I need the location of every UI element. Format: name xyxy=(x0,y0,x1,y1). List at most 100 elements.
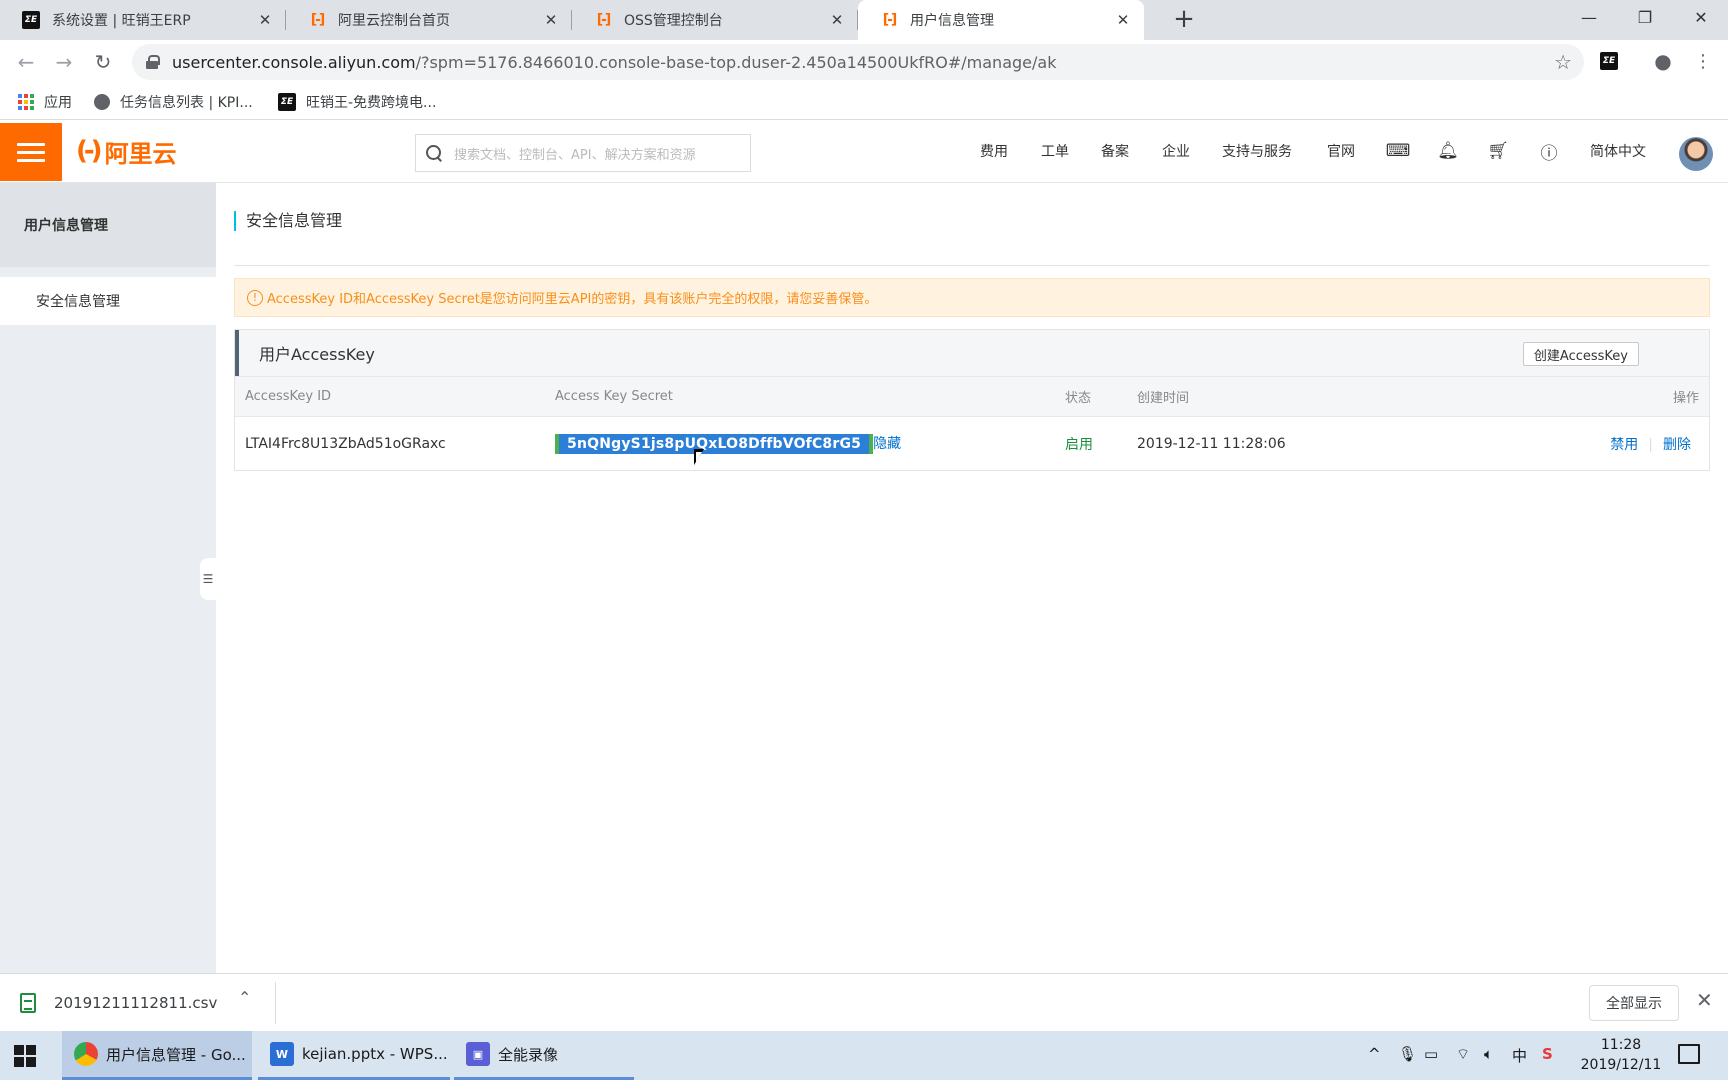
clock-date: 2019/12/11 xyxy=(1580,1057,1662,1073)
browser-tab-strip: ΣE 系统设置 | 旺销王ERP ✕ [-] 阿里云控制台首页 ✕ [-] OS… xyxy=(0,0,1728,40)
accesskey-secret-value[interactable]: 5nQNgyS1js8pUQxLO8DffbVOfC8rG5 xyxy=(555,434,874,454)
console-search-input[interactable]: 搜索文档、控制台、API、解决方案和资源 xyxy=(415,134,751,172)
tab-close-icon[interactable]: ✕ xyxy=(828,11,846,29)
table-row: LTAI4Frc8U13ZbAd51oGRaxc 5nQNgyS1js8pUQx… xyxy=(235,417,1709,470)
tab-close-icon[interactable]: ✕ xyxy=(1114,11,1132,29)
wps-icon: W xyxy=(270,1042,294,1066)
sidebar-collapse-icon[interactable]: ☰ xyxy=(200,558,216,600)
sidebar-header: 用户信息管理 xyxy=(0,183,216,267)
forward-arrow-icon[interactable]: → xyxy=(52,50,76,74)
terminal-icon[interactable]: ⌨ xyxy=(1386,139,1411,163)
download-bar-close-icon[interactable]: ✕ xyxy=(1696,988,1713,1012)
search-icon xyxy=(426,145,442,161)
browser-toolbar: ← → ↻ usercenter.console.aliyun.com/?spm… xyxy=(0,40,1728,84)
wifi-icon[interactable]: ⌔ xyxy=(1456,1045,1470,1064)
hide-secret-link[interactable]: 隐藏 xyxy=(873,436,901,452)
ime-indicator[interactable]: 中 xyxy=(1512,1045,1527,1066)
help-icon[interactable]: ⓘ xyxy=(1537,139,1561,164)
tab-close-icon[interactable]: ✕ xyxy=(542,11,560,29)
bookmark-apps[interactable]: 应用 xyxy=(18,84,72,120)
aliyun-favicon-icon: [-] xyxy=(882,12,898,28)
nav-link-support[interactable]: 支持与服务 xyxy=(1222,141,1292,161)
console-top-nav: (-) 阿里云 搜索文档、控制台、API、解决方案和资源 费用 工单 备案 企业… xyxy=(0,121,1728,183)
create-accesskey-button[interactable]: 创建AccessKey xyxy=(1522,342,1639,366)
minimize-icon[interactable]: — xyxy=(1564,0,1614,34)
windows-start-icon[interactable] xyxy=(14,1045,36,1067)
cart-icon[interactable]: 🛒︎ xyxy=(1486,139,1510,163)
new-tab-plus-icon[interactable]: + xyxy=(1172,4,1196,34)
taskbar-item-label: 全能录像 xyxy=(498,1045,559,1064)
taskbar-item-chrome[interactable]: 用户信息管理 - Go... xyxy=(62,1031,252,1080)
url-text: usercenter.console.aliyun.com/?spm=5176.… xyxy=(172,53,1056,72)
microphone-icon[interactable]: 🎙︎ xyxy=(1398,1045,1417,1063)
nav-link-enterprise[interactable]: 企业 xyxy=(1162,141,1190,161)
recorder-icon: ▣ xyxy=(466,1042,490,1066)
bell-icon[interactable]: 🔔︎ xyxy=(1436,139,1460,163)
bookmark-erp[interactable]: ΣE 旺销王-免费跨境电... xyxy=(278,84,436,120)
address-bar[interactable]: usercenter.console.aliyun.com/?spm=5176.… xyxy=(132,44,1584,80)
windows-taskbar: 用户信息管理 - Go... W kejian.pptx - WPS... ▣ … xyxy=(0,1031,1728,1080)
profile-icon[interactable]: ● xyxy=(1652,49,1674,73)
language-switch[interactable]: 简体中文 xyxy=(1590,141,1646,161)
url-path: /?spm=5176.8466010.console-base-top.duse… xyxy=(415,52,1057,72)
disable-link[interactable]: 禁用 xyxy=(1610,437,1638,453)
nav-link-official-site[interactable]: 官网 xyxy=(1327,141,1355,161)
browser-menu-icon[interactable]: ⋮ xyxy=(1692,50,1714,72)
bookmark-kpi[interactable]: 任务信息列表 | KPI... xyxy=(94,84,253,120)
column-accesskey-id: AccessKey ID xyxy=(245,389,332,404)
security-notice: ! AccessKey ID和AccessKey Secret是您访问阿里云AP… xyxy=(234,278,1710,317)
download-divider xyxy=(275,982,276,1024)
taskbar-item-label: kejian.pptx - WPS... xyxy=(302,1045,448,1063)
sidebar-item-security-info[interactable]: 安全信息管理 xyxy=(0,277,216,325)
tray-chevron-up-icon[interactable]: ^ xyxy=(1368,1045,1381,1063)
restore-icon[interactable]: ❐ xyxy=(1620,0,1670,34)
logo-text: 阿里云 xyxy=(104,139,177,168)
tab-title: 系统设置 | 旺销王ERP xyxy=(52,13,191,29)
bookmark-star-icon[interactable]: ☆ xyxy=(1554,50,1572,74)
page-title: 安全信息管理 xyxy=(234,211,342,231)
nav-link-tickets[interactable]: 工单 xyxy=(1041,141,1069,161)
sogou-input-icon[interactable]: S xyxy=(1542,1045,1553,1063)
browser-tab-erp[interactable]: ΣE 系统设置 | 旺销王ERP ✕ xyxy=(0,0,286,40)
main-content: 安全信息管理 ! AccessKey ID和AccessKey Secret是您… xyxy=(216,183,1728,973)
back-arrow-icon[interactable]: ← xyxy=(14,50,38,74)
volume-icon[interactable]: 🔈︎ xyxy=(1484,1045,1493,1063)
battery-icon[interactable]: ▭ xyxy=(1424,1045,1438,1063)
browser-tab-aliyun-home[interactable]: [-] 阿里云控制台首页 ✕ xyxy=(286,0,572,40)
created-time-value: 2019-12-11 11:28:06 xyxy=(1137,435,1286,452)
delete-link[interactable]: 删除 xyxy=(1663,437,1691,453)
lock-icon xyxy=(146,55,160,69)
title-divider xyxy=(234,265,1710,266)
taskbar-item-recorder[interactable]: ▣ 全能录像 xyxy=(454,1031,634,1080)
aliyun-logo[interactable]: (-) 阿里云 xyxy=(76,135,177,168)
search-placeholder: 搜索文档、控制台、API、解决方案和资源 xyxy=(454,147,696,163)
erp-favicon-icon: ΣE xyxy=(22,11,40,29)
show-all-downloads-button[interactable]: 全部显示 xyxy=(1589,985,1679,1021)
browser-tab-oss[interactable]: [-] OSS管理控制台 ✕ xyxy=(572,0,858,40)
erp-extension-icon[interactable]: ΣE xyxy=(1598,50,1620,72)
tab-title: 阿里云控制台首页 xyxy=(338,13,450,29)
table-header: AccessKey ID Access Key Secret 状态 创建时间 操… xyxy=(235,376,1709,417)
nav-link-billing[interactable]: 费用 xyxy=(980,141,1008,161)
download-bar: 20191211112811.csv ⌃ 全部显示 ✕ xyxy=(0,973,1728,1031)
reload-icon[interactable]: ↻ xyxy=(91,50,115,74)
tab-close-icon[interactable]: ✕ xyxy=(256,11,274,29)
csv-file-icon xyxy=(20,993,36,1013)
avatar[interactable] xyxy=(1679,137,1713,171)
download-item[interactable]: 20191211112811.csv xyxy=(20,986,217,1020)
apps-grid-icon xyxy=(18,94,34,110)
accesskey-id-value[interactable]: LTAI4Frc8U13ZbAd51oGRaxc xyxy=(245,436,446,452)
nav-link-icp[interactable]: 备案 xyxy=(1101,141,1129,161)
browser-tab-user-info[interactable]: [-] 用户信息管理 ✕ xyxy=(858,0,1144,40)
system-clock[interactable]: 11:28 2019/12/11 xyxy=(1574,1035,1668,1075)
bookmark-label: 应用 xyxy=(44,95,72,111)
chevron-up-icon[interactable]: ⌃ xyxy=(238,988,251,1007)
tab-title: OSS管理控制台 xyxy=(624,13,723,29)
accesskey-panel: 用户AccessKey 创建AccessKey AccessKey ID Acc… xyxy=(234,329,1710,471)
window-close-icon[interactable]: ✕ xyxy=(1676,0,1726,34)
hamburger-menu-icon[interactable] xyxy=(0,123,62,181)
column-created-time: 创建时间 xyxy=(1137,391,1190,406)
taskbar-item-wps[interactable]: W kejian.pptx - WPS... xyxy=(258,1031,450,1080)
aliyun-logo-mark-icon: (-) xyxy=(76,136,102,166)
notification-center-icon[interactable] xyxy=(1678,1044,1700,1064)
